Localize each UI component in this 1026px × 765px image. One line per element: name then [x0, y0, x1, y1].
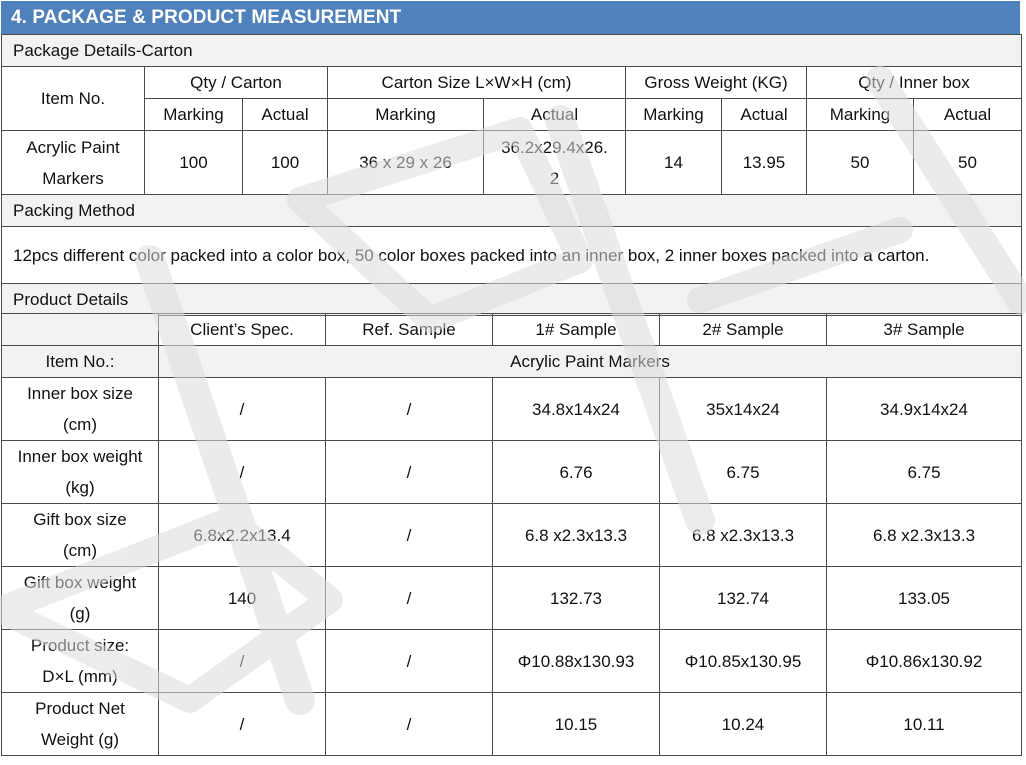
- header-gross-weight: Gross Weight (KG): [625, 66, 807, 99]
- cell-sample-2: Φ10.85x130.95: [659, 629, 827, 693]
- section-title: 4. PACKAGE & PRODUCT MEASUREMENT: [1, 1, 1020, 34]
- cell-sample-3: 133.05: [826, 566, 1022, 630]
- cell-client-spec: 140: [158, 566, 326, 630]
- cell-sample-1: 132.73: [492, 566, 660, 630]
- carton-size-actual: 36.2x29.4x26.2: [483, 130, 626, 195]
- cell-sample-2: 6.75: [659, 440, 827, 504]
- cell-sample-2: 132.74: [659, 566, 827, 630]
- cell-sample-2: 6.8 x2.3x13.3: [659, 503, 827, 567]
- column-header-blank: [1, 313, 159, 346]
- qty-inner-marking: 50: [806, 130, 914, 195]
- packing-method-heading: Packing Method: [0, 194, 1023, 227]
- gross-weight-marking: 14: [625, 130, 722, 195]
- cell-sample-1: 6.76: [492, 440, 660, 504]
- header-item-no: Item No.: [1, 66, 145, 131]
- item-no-label: Item No.:: [1, 345, 159, 378]
- cell-sample-2: 10.24: [659, 692, 827, 756]
- row-label: Gift box size (cm): [1, 503, 159, 567]
- cell-client-spec: /: [158, 377, 326, 441]
- header-carton-size: Carton Size L×W×H (cm): [327, 66, 626, 99]
- item-name: Acrylic Paint Markers: [1, 130, 145, 195]
- package-details-table: Package Details-Carton Item No. Qty / Ca…: [0, 34, 1023, 316]
- column-header-sample-2: 2# Sample: [659, 313, 827, 346]
- row-label: Inner box size (cm): [1, 377, 159, 441]
- cell-sample-3: 34.9x14x24: [826, 377, 1022, 441]
- cell-client-spec: /: [158, 629, 326, 693]
- header-qty-carton: Qty / Carton: [144, 66, 328, 99]
- cell-client-spec: 6.8x2.2x13.4: [158, 503, 326, 567]
- cell-ref-sample: /: [325, 377, 493, 441]
- gross-weight-actual: 13.95: [721, 130, 807, 195]
- header-marking: Marking: [625, 98, 722, 131]
- column-header-client-spec: Client’s Spec.: [158, 313, 326, 346]
- qty-carton-marking: 100: [144, 130, 243, 195]
- header-marking: Marking: [327, 98, 484, 131]
- package-details-heading: Package Details-Carton: [0, 34, 1023, 67]
- column-header-ref-sample: Ref. Sample: [325, 313, 493, 346]
- column-header-sample-1: 1# Sample: [492, 313, 660, 346]
- cell-sample-1: 6.8 x2.3x13.3: [492, 503, 660, 567]
- item-no-value: Acrylic Paint Markers: [158, 345, 1022, 378]
- cell-sample-3: 6.8 x2.3x13.3: [826, 503, 1022, 567]
- cell-sample-3: Φ10.86x130.92: [826, 629, 1022, 693]
- cell-ref-sample: /: [325, 440, 493, 504]
- product-details-heading: Product Details: [0, 283, 1023, 316]
- header-qty-inner-box: Qty / Inner box: [805, 66, 1023, 99]
- header-actual: Actual: [721, 98, 807, 131]
- row-label: Product size: D×L (mm): [1, 629, 159, 693]
- cell-client-spec: /: [158, 692, 326, 756]
- header-actual: Actual: [242, 98, 328, 131]
- carton-size-marking: 36 x 29 x 26: [327, 130, 484, 195]
- column-header-sample-3: 3# Sample: [826, 313, 1022, 346]
- header-actual: Actual: [483, 98, 626, 131]
- cell-ref-sample: /: [325, 503, 493, 567]
- header-marking: Marking: [144, 98, 243, 131]
- cell-sample-1: Φ10.88x130.93: [492, 629, 660, 693]
- row-label: Product Net Weight (g): [1, 692, 159, 756]
- cell-sample-2: 35x14x24: [659, 377, 827, 441]
- qty-inner-actual: 50: [912, 130, 1023, 195]
- header-marking: Marking: [806, 98, 914, 131]
- cell-ref-sample: /: [325, 629, 493, 693]
- packing-method-text: 12pcs different color packed into a colo…: [0, 226, 1023, 284]
- cell-sample-3: 10.11: [826, 692, 1022, 756]
- row-label: Gift box weight (g): [1, 566, 159, 630]
- product-details-table: Client’s Spec. Ref. Sample 1# Sample 2# …: [1, 313, 1022, 756]
- cell-sample-1: 10.15: [492, 692, 660, 756]
- row-label: Inner box weight (kg): [1, 440, 159, 504]
- header-actual: Actual: [912, 98, 1023, 131]
- cell-sample-1: 34.8x14x24: [492, 377, 660, 441]
- cell-ref-sample: /: [325, 692, 493, 756]
- cell-ref-sample: /: [325, 566, 493, 630]
- cell-sample-3: 6.75: [826, 440, 1022, 504]
- cell-client-spec: /: [158, 440, 326, 504]
- qty-carton-actual: 100: [242, 130, 328, 195]
